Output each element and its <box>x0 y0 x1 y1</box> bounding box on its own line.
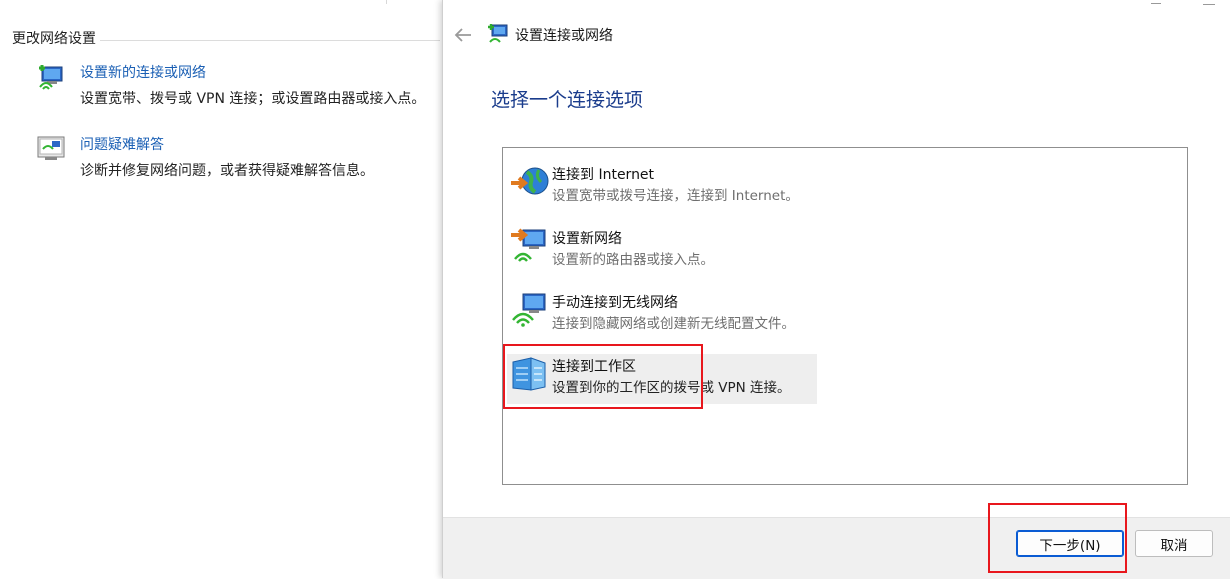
globe-internet-icon <box>511 167 549 195</box>
workplace-building-icon <box>512 357 546 391</box>
cancel-button[interactable]: 取消 <box>1135 530 1213 557</box>
network-setup-icon <box>488 24 508 43</box>
next-button[interactable]: 下一步(N) <box>1016 530 1124 557</box>
back-arrow-icon[interactable] <box>449 22 477 48</box>
setup-connection-description: 设置宽带、拨号或 VPN 连接；或设置路由器或接入点。 <box>80 91 426 107</box>
option-title: 连接到工作区 <box>552 359 636 375</box>
new-network-icon <box>511 228 546 262</box>
minimize-icon[interactable] <box>1151 0 1161 4</box>
section-heading: 更改网络设置 <box>12 31 96 47</box>
wizard-footer: 下一步(N) 取消 <box>443 517 1230 579</box>
connection-option-list[interactable]: 连接到 Internet 设置宽带或拨号连接，连接到 Internet。 设置新… <box>502 147 1188 485</box>
wireless-network-icon <box>512 293 546 327</box>
wizard-title: 设置连接或网络 <box>515 28 613 44</box>
option-title: 手动连接到无线网络 <box>552 295 678 311</box>
option-title: 连接到 Internet <box>552 167 655 183</box>
setup-connection-wizard: 设置连接或网络 选择一个连接选项 连接到 Internet 设置宽带或拨号连接，… <box>442 0 1230 579</box>
option-description: 设置新的路由器或接入点。 <box>552 252 714 268</box>
page-title: 选择一个连接选项 <box>491 89 644 111</box>
troubleshoot-link[interactable]: 问题疑难解答 <box>80 134 164 154</box>
option-manual-wireless[interactable]: 手动连接到无线网络 连接到隐藏网络或创建新无线配置文件。 <box>507 290 817 340</box>
network-setup-icon <box>39 65 63 90</box>
divider <box>386 0 387 4</box>
setup-connection-link[interactable]: 设置新的连接或网络 <box>80 62 206 82</box>
option-description: 设置到你的工作区的拨号或 VPN 连接。 <box>552 380 791 396</box>
option-description: 设置宽带或拨号连接，连接到 Internet。 <box>552 188 799 204</box>
option-description: 连接到隐藏网络或创建新无线配置文件。 <box>552 316 795 332</box>
option-new-network[interactable]: 设置新网络 设置新的路由器或接入点。 <box>507 226 817 276</box>
section-rule <box>100 40 440 41</box>
close-icon[interactable] <box>1203 0 1215 5</box>
option-connect-internet[interactable]: 连接到 Internet 设置宽带或拨号连接，连接到 Internet。 <box>507 162 817 212</box>
option-connect-workplace[interactable]: 连接到工作区 设置到你的工作区的拨号或 VPN 连接。 <box>507 354 817 404</box>
troubleshoot-icon <box>37 136 65 160</box>
troubleshoot-description: 诊断并修复网络问题，或者获得疑难解答信息。 <box>80 163 374 179</box>
option-title: 设置新网络 <box>552 231 622 247</box>
